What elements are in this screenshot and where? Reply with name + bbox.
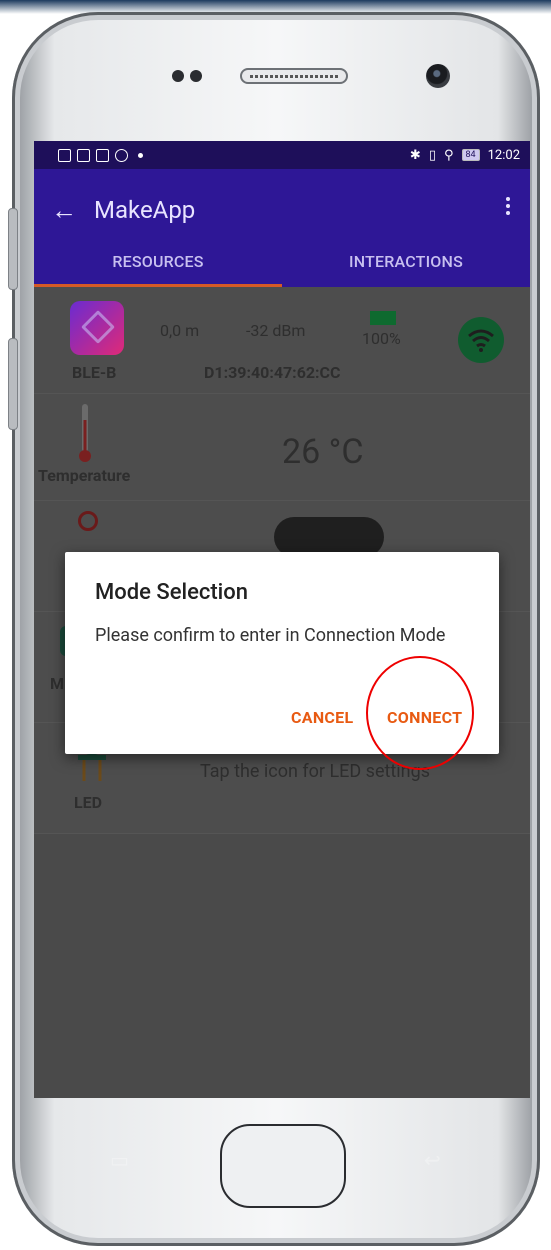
device-mac: D1:39:40:47:62:CC — [204, 363, 341, 382]
battery-icon — [370, 311, 396, 325]
sensor-icon — [190, 70, 202, 82]
bluetooth-icon: ✱ — [409, 147, 421, 163]
resource-icon[interactable] — [78, 511, 98, 531]
clock: 12:02 — [487, 147, 520, 163]
led-label: LED — [74, 793, 103, 812]
device-rssi: -32 dBm — [246, 321, 306, 340]
ble-device-icon[interactable] — [70, 301, 124, 355]
overflow-menu-icon[interactable] — [506, 197, 510, 218]
mail-notification-icon — [77, 148, 90, 162]
device-distance: 0,0 m — [160, 321, 200, 340]
tab-bar: RESOURCES INTERACTIONS — [34, 251, 530, 287]
thermometer-icon[interactable] — [78, 404, 92, 464]
image-notification-icon — [58, 148, 71, 162]
home-button[interactable] — [220, 1124, 346, 1208]
app-title: MakeApp — [94, 196, 196, 224]
cancel-button[interactable]: CANCEL — [291, 708, 353, 727]
back-key-icon[interactable]: ↩ — [424, 1148, 441, 1172]
app-notification-icon — [115, 148, 128, 162]
mail-notification-icon — [96, 148, 109, 162]
device-battery: 100% — [362, 329, 401, 348]
power-button — [8, 338, 18, 430]
tab-interactions[interactable]: INTERACTIONS — [282, 251, 530, 287]
vibrate-icon: ▯ — [428, 147, 436, 163]
toggle-switch[interactable] — [274, 517, 384, 557]
dialog-title: Mode Selection — [95, 580, 249, 605]
volume-button — [8, 208, 18, 290]
wifi-icon[interactable] — [458, 317, 504, 363]
earpiece-speaker — [240, 68, 348, 84]
temperature-value: 26 °C — [282, 432, 364, 472]
dialog-message: Please confirm to enter in Connection Mo… — [95, 625, 446, 646]
tab-resources[interactable]: RESOURCES — [34, 251, 282, 287]
status-bar: ✱ ▯ ⚲ 84 12:02 — [34, 141, 530, 169]
location-icon: ⚲ — [443, 147, 454, 163]
app-bar: ← MakeApp — [34, 169, 530, 251]
highlight-circle — [366, 656, 474, 770]
resource-label: M — [50, 674, 65, 693]
front-camera-icon — [426, 64, 450, 88]
back-arrow-icon[interactable]: ← — [34, 195, 94, 226]
device-name: BLE-B — [72, 363, 117, 382]
sensor-icon — [172, 70, 184, 82]
temperature-row[interactable]: Temperature 26 °C — [34, 394, 530, 501]
temperature-label: Temperature — [38, 466, 131, 485]
battery-icon: 84 — [461, 149, 480, 161]
recent-apps-icon[interactable]: ▭ — [110, 1148, 129, 1172]
device-row[interactable]: BLE-B 0,0 m -32 dBm 100% D1:39:40:47:62:… — [34, 287, 530, 394]
more-notifications-icon — [138, 152, 143, 158]
